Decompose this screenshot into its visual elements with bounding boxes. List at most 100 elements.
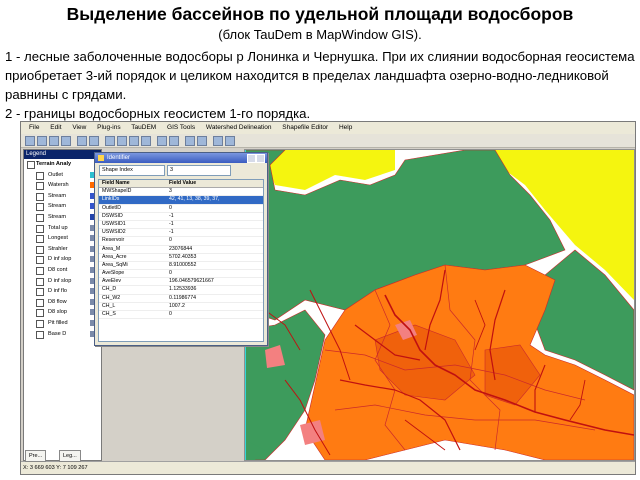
checkbox[interactable] bbox=[36, 213, 44, 222]
legend-layer[interactable]: Stream bbox=[24, 191, 101, 202]
table-row[interactable]: Area_Acre 5702.40353 bbox=[99, 254, 263, 262]
checkbox[interactable] bbox=[36, 192, 44, 201]
menu-view[interactable]: View bbox=[72, 124, 86, 131]
print-icon[interactable] bbox=[61, 136, 71, 146]
legend-layer-label: D inf flo bbox=[48, 288, 67, 295]
table-row[interactable]: Area_M 23076844 bbox=[99, 246, 263, 254]
map-view[interactable] bbox=[244, 149, 635, 461]
table-row[interactable]: USWSID2 -1 bbox=[99, 229, 263, 238]
table-row[interactable]: CH_D 1.12533936 bbox=[99, 286, 263, 295]
select-icon[interactable] bbox=[185, 136, 195, 146]
legend-layer[interactable]: Strahler bbox=[24, 244, 101, 255]
pan-icon[interactable] bbox=[105, 136, 115, 146]
legend-layer-label: Outlet bbox=[48, 171, 63, 178]
remove-layer-icon[interactable] bbox=[89, 136, 99, 146]
table-row[interactable]: CH_L 1007.2 bbox=[99, 303, 263, 311]
checkbox[interactable] bbox=[36, 182, 44, 191]
checkbox[interactable] bbox=[36, 277, 44, 286]
tab-legend[interactable]: Leg... bbox=[59, 450, 81, 462]
table-row[interactable]: AveElev 196.046579621667 bbox=[99, 278, 263, 287]
checkbox[interactable] bbox=[36, 203, 44, 212]
slide-subtitle: (блок TauDem в MapWindow GIS). bbox=[218, 27, 422, 42]
save-icon[interactable] bbox=[49, 136, 59, 146]
checkbox[interactable] bbox=[36, 256, 44, 265]
next-extent-icon[interactable] bbox=[225, 136, 235, 146]
legend-group[interactable]: Terrain Analy bbox=[24, 159, 101, 170]
field-name: USWSID2 bbox=[102, 229, 126, 236]
menu-watershed-delineation[interactable]: Watershed Delineation bbox=[206, 124, 272, 131]
zoom-in-icon[interactable] bbox=[117, 136, 127, 146]
shape-index-select[interactable]: Shape Index bbox=[99, 165, 165, 176]
legend-group-label: Terrain Analy bbox=[36, 161, 72, 167]
menu-gis-tools[interactable]: GIS Tools bbox=[167, 124, 195, 131]
legend-layer[interactable]: Outlet bbox=[24, 170, 101, 181]
legend-layer[interactable]: D inf flo bbox=[24, 286, 101, 297]
legend-layer[interactable]: Total up bbox=[24, 223, 101, 234]
table-row[interactable]: DSWSID -1 bbox=[99, 213, 263, 221]
table-row[interactable]: CH_W2 0.11986774 bbox=[99, 295, 263, 303]
field-value: 5702.40353 bbox=[169, 253, 197, 260]
legend-layer[interactable]: D inf slop bbox=[24, 276, 101, 287]
checkbox[interactable] bbox=[36, 235, 44, 244]
field-value: -1 bbox=[169, 220, 174, 227]
legend-layer[interactable]: Longest bbox=[24, 233, 101, 244]
zoom-out-icon[interactable] bbox=[129, 136, 139, 146]
legend-layer[interactable]: Watersh bbox=[24, 180, 101, 191]
header-field-value: Field Value bbox=[169, 180, 197, 186]
shape-value-select[interactable]: 3 bbox=[167, 165, 231, 176]
checkbox[interactable] bbox=[36, 245, 44, 254]
checkbox[interactable] bbox=[36, 288, 44, 297]
checkbox[interactable] bbox=[27, 161, 35, 169]
table-row[interactable]: CH_S 0 bbox=[99, 311, 263, 320]
menu-edit[interactable]: Edit bbox=[50, 124, 61, 131]
table-row[interactable]: AveSlope 0 bbox=[99, 270, 263, 279]
open-icon[interactable] bbox=[37, 136, 47, 146]
table-row[interactable]: LinkIDs 42, 41, 13, 38, 39, 37, bbox=[99, 196, 263, 205]
full-extent-icon[interactable] bbox=[141, 136, 151, 146]
field-value: 42, 41, 13, 38, 39, 37, bbox=[169, 196, 220, 203]
checkbox[interactable] bbox=[36, 319, 44, 328]
deselect-icon[interactable] bbox=[197, 136, 207, 146]
toolbar bbox=[21, 134, 635, 148]
legend-layer[interactable]: Stream bbox=[24, 212, 101, 223]
table-row[interactable]: USWSID1 -1 bbox=[99, 220, 263, 230]
checkbox[interactable] bbox=[36, 298, 44, 307]
legend-layer-label: Stream bbox=[48, 213, 67, 220]
checkbox[interactable] bbox=[36, 224, 44, 233]
tab-preview[interactable]: Pre... bbox=[25, 450, 47, 462]
watershed-map[interactable] bbox=[245, 150, 634, 460]
field-name: Area_M bbox=[102, 245, 121, 252]
menu-shapefile-editor[interactable]: Shapefile Editor bbox=[282, 124, 328, 131]
menu-plugins[interactable]: Plug-ins bbox=[97, 124, 120, 131]
legend-layer[interactable]: D8 flow bbox=[24, 297, 101, 308]
minimize-icon[interactable] bbox=[247, 154, 256, 163]
legend-layer[interactable]: Stream bbox=[24, 201, 101, 212]
previous-extent-icon[interactable] bbox=[213, 136, 223, 146]
legend-layer[interactable]: D8 cont bbox=[24, 265, 101, 276]
add-layer-icon[interactable] bbox=[77, 136, 87, 146]
legend-layer[interactable]: Base D bbox=[24, 329, 101, 340]
table-row[interactable]: MWShapeID 3 bbox=[99, 188, 263, 197]
attribute-table: Field Name Field Value MWShapeID 3 LinkIDs… bbox=[98, 179, 264, 342]
identifier-title-bar[interactable]: Identifier bbox=[95, 153, 267, 163]
checkbox[interactable] bbox=[36, 330, 44, 339]
table-row[interactable]: Reservoir 0 bbox=[99, 237, 263, 246]
menu-help[interactable]: Help bbox=[339, 124, 352, 131]
identify-icon[interactable] bbox=[157, 136, 167, 146]
menu-file[interactable]: File bbox=[29, 124, 39, 131]
checkbox[interactable] bbox=[36, 171, 44, 180]
identifier-title: Identifier bbox=[107, 155, 131, 161]
legend-layer[interactable]: D inf slop bbox=[24, 254, 101, 265]
table-row[interactable]: OutletID 0 bbox=[99, 205, 263, 213]
checkbox[interactable] bbox=[36, 266, 44, 275]
measure-icon[interactable] bbox=[169, 136, 179, 146]
legend-layer-label: Base D bbox=[48, 330, 67, 337]
table-row[interactable]: Area_SqMi 8.91000552 bbox=[99, 262, 263, 271]
legend-layer[interactable]: D8 slop bbox=[24, 307, 101, 318]
close-icon[interactable] bbox=[256, 154, 265, 163]
new-icon[interactable] bbox=[25, 136, 35, 146]
checkbox[interactable] bbox=[36, 309, 44, 318]
menu-bar: File Edit View Plug-ins TauDEM GIS Tools… bbox=[21, 122, 635, 134]
menu-taudem[interactable]: TauDEM bbox=[131, 124, 156, 131]
legend-layer[interactable]: Pit filled bbox=[24, 318, 101, 329]
